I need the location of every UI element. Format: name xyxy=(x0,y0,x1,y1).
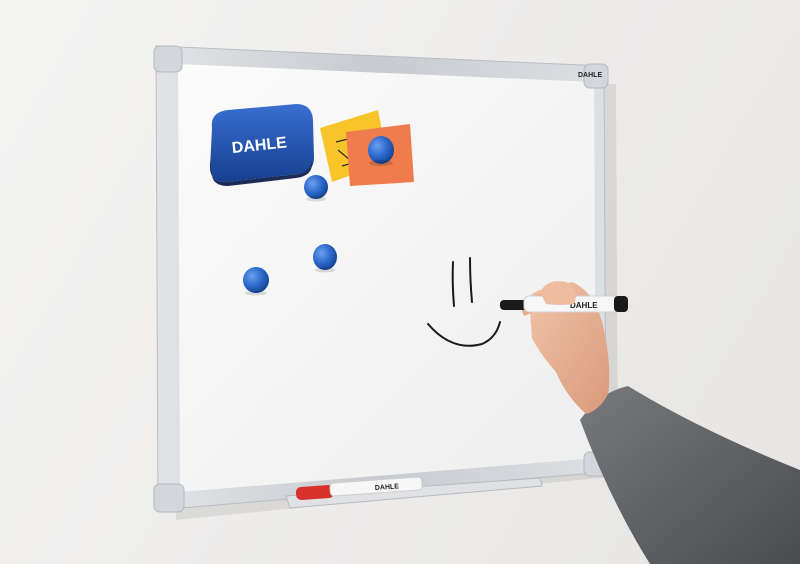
frame-logo: DAHLE xyxy=(578,72,602,79)
frame-corner-bottom-left xyxy=(153,483,185,513)
photo-scene: DAHLE DAHLE DAHLE DAHLE xyxy=(153,45,800,564)
magnet-on-notes xyxy=(368,136,394,166)
sleeve xyxy=(580,386,800,564)
whiteboard-eraser: DAHLE xyxy=(210,104,314,186)
frame-corner-top-left xyxy=(153,45,183,73)
